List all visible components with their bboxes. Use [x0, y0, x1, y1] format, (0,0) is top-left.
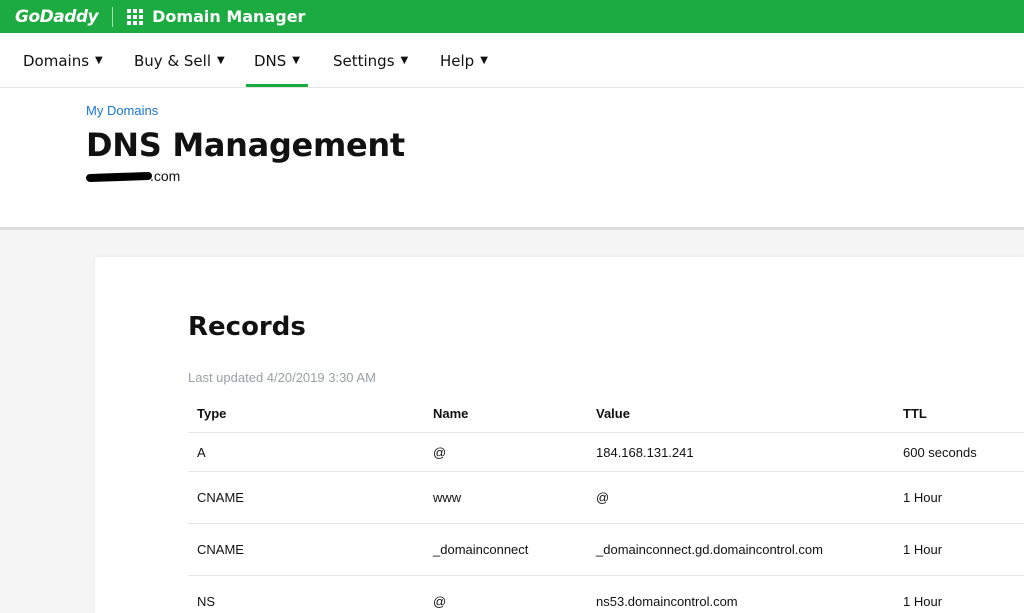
record-type: A — [197, 444, 206, 460]
column-header-ttl: TTL — [903, 405, 927, 421]
record-value: 184.168.131.241 — [596, 444, 694, 460]
page-header: My Domains DNS Management .com — [0, 88, 1024, 230]
domain-suffix: .com — [150, 168, 181, 184]
nav-domains-label: Domains — [23, 51, 90, 70]
column-header-value: Value — [596, 405, 630, 421]
redacted-mark — [85, 172, 153, 183]
records-card: Records Last updated 4/20/2019 3:30 AM T… — [95, 257, 1024, 613]
nav-help[interactable]: Help ▼ — [440, 33, 488, 88]
table-row[interactable]: NS @ ns53.domaincontrol.com 1 Hour — [188, 576, 1024, 613]
column-header-type: Type — [197, 405, 227, 421]
nav-buy-sell[interactable]: Buy & Sell ▼ — [134, 33, 225, 88]
nav-dns[interactable]: DNS ▼ — [246, 33, 308, 88]
godaddy-logo[interactable]: GoDaddy — [15, 7, 99, 27]
nav-domains[interactable]: Domains ▼ — [23, 33, 103, 88]
top-bar: GoDaddy Domain Manager — [0, 0, 1024, 33]
record-name: @ — [433, 594, 447, 609]
last-updated: Last updated 4/20/2019 3:30 AM — [188, 370, 376, 385]
record-ttl: 1 Hour — [903, 490, 943, 505]
breadcrumb-my-domains[interactable]: My Domains — [86, 103, 158, 118]
column-header-name: Name — [433, 405, 469, 421]
record-value: ns53.domaincontrol.com — [596, 594, 738, 609]
caret-down-icon: ▼ — [95, 55, 103, 66]
records-table: Type Name Value TTL A @ 184.168.131.241 … — [188, 394, 1024, 613]
nav-buy-sell-label: Buy & Sell — [134, 51, 211, 70]
table-row[interactable]: CNAME _domainconnect _domainconnect.gd.d… — [188, 524, 1024, 576]
record-ttl: 1 Hour — [903, 542, 943, 557]
caret-down-icon: ▼ — [400, 55, 409, 66]
record-name: _domainconnect — [433, 542, 529, 557]
domain-name: .com — [85, 168, 181, 184]
record-name: www — [433, 490, 462, 505]
record-value: _domainconnect.gd.domaincontrol.com — [596, 542, 823, 557]
records-title: Records — [188, 312, 306, 342]
caret-down-icon: ▼ — [480, 55, 488, 66]
table-row[interactable]: CNAME www @ 1 Hour — [188, 472, 1024, 524]
record-ttl: 600 seconds — [903, 444, 977, 460]
main-nav: Domains ▼ Buy & Sell ▼ DNS ▼ Settings ▼ Help… — [0, 33, 1024, 88]
topbar-divider — [112, 6, 114, 27]
record-name: @ — [433, 444, 447, 460]
record-type: CNAME — [197, 542, 244, 557]
nav-settings-label: Settings — [333, 51, 395, 70]
record-ttl: 1 Hour — [903, 594, 943, 609]
apps-grid-icon[interactable] — [127, 8, 144, 25]
page-title: DNS Management — [86, 126, 405, 164]
caret-down-icon: ▼ — [292, 55, 300, 66]
record-value: @ — [596, 490, 610, 505]
record-type: CNAME — [197, 490, 244, 505]
table-row[interactable]: A @ 184.168.131.241 600 seconds — [188, 433, 1024, 472]
nav-help-label: Help — [440, 51, 475, 70]
table-header-row: Type Name Value TTL — [188, 394, 1024, 433]
nav-dns-label: DNS — [254, 51, 287, 70]
app-title[interactable]: Domain Manager — [152, 7, 305, 26]
caret-down-icon: ▼ — [217, 55, 225, 66]
nav-settings[interactable]: Settings ▼ — [333, 33, 408, 88]
record-type: NS — [197, 594, 216, 609]
